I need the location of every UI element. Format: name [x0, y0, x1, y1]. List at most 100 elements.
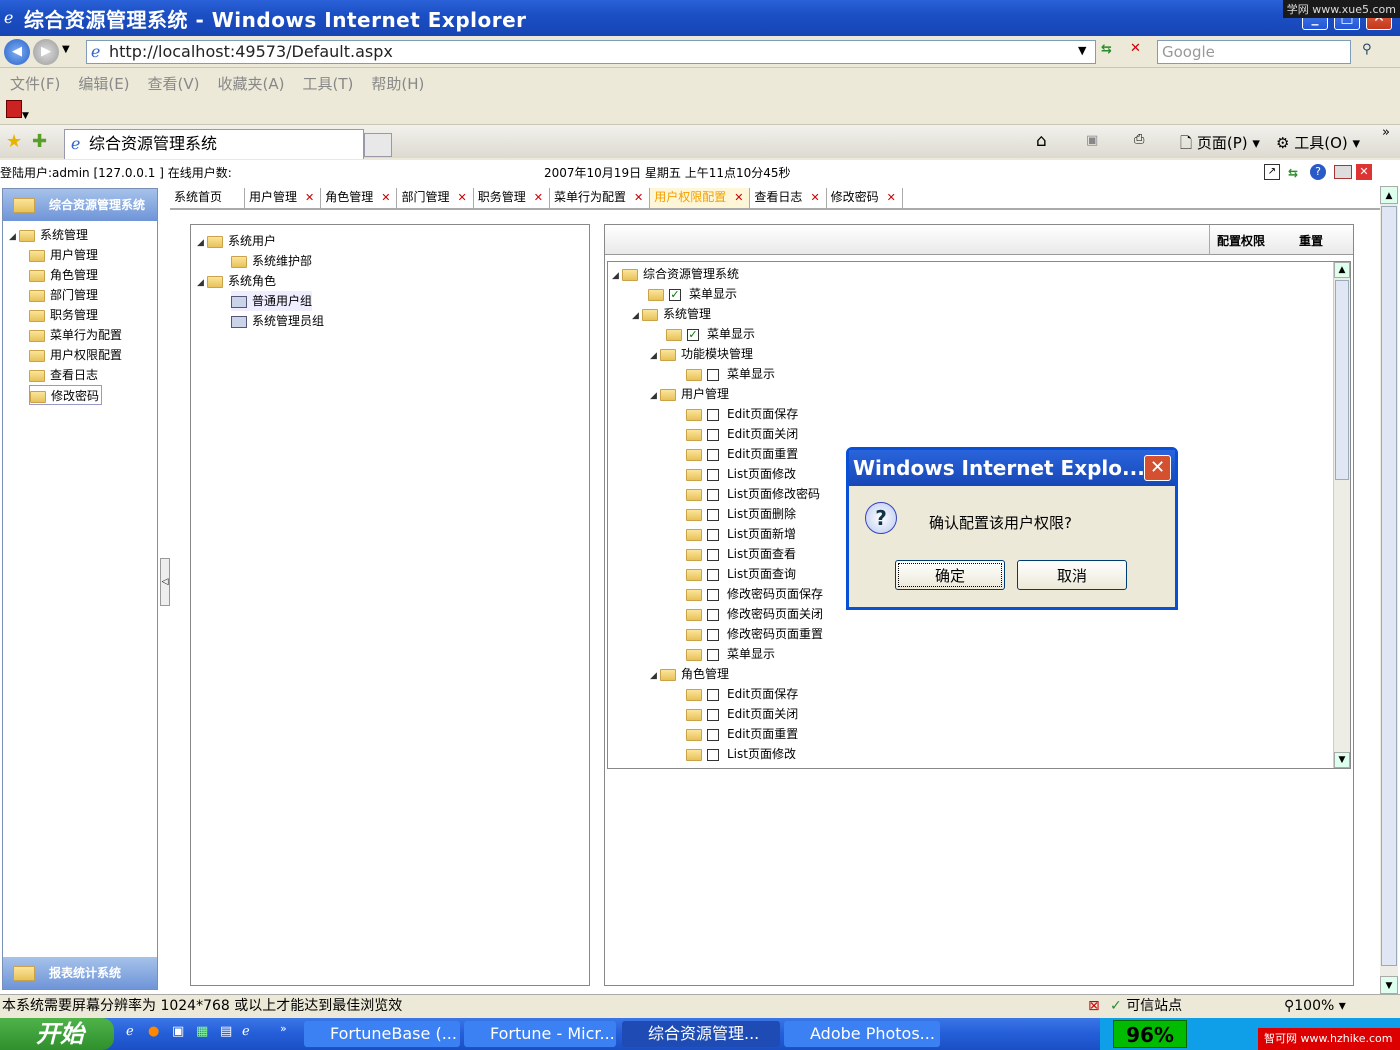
permission-checkbox[interactable]	[707, 368, 719, 381]
browser-tab[interactable]: ℯ 综合资源管理系统	[64, 129, 364, 159]
permission-checkbox[interactable]: ✓	[687, 328, 699, 341]
pdf-addon-icon[interactable]: ▼	[6, 100, 36, 121]
firefox-quicklaunch-icon[interactable]: ●	[148, 1024, 159, 1039]
perm-item[interactable]: ✓ 菜单显示	[648, 284, 737, 304]
task-photoshop[interactable]: Adobe Photos...	[784, 1021, 940, 1047]
menu-favorites[interactable]: 收藏夹(A)	[218, 73, 285, 94]
perm-group[interactable]: ◢ 用户管理	[650, 384, 729, 404]
perm-group[interactable]: ◢ 角色管理	[650, 664, 729, 684]
tree-node-system-users[interactable]: ◢ 系统用户	[197, 231, 276, 251]
close-tab-icon[interactable]: ✕	[734, 191, 743, 204]
perm-item[interactable]: List页面新增	[686, 524, 796, 544]
page-tab[interactable]: 修改密码 ✕	[827, 188, 903, 208]
perm-item[interactable]: 修改密码页面关闭	[686, 604, 823, 624]
permission-checkbox[interactable]	[707, 748, 719, 761]
permission-checkbox[interactable]	[707, 688, 719, 701]
close-tab-icon[interactable]: ✕	[534, 191, 543, 204]
perm-item[interactable]: ✓ 菜单显示	[666, 324, 755, 344]
tools-menu[interactable]: ⚙ 工具(O) ▾	[1276, 132, 1360, 153]
tree-node-maintenance-dept[interactable]: 系统维护部	[231, 251, 312, 271]
forward-button[interactable]: ▶	[33, 39, 59, 65]
menu-view[interactable]: 查看(V)	[148, 73, 200, 94]
close-tab-icon[interactable]: ✕	[305, 191, 314, 204]
tree-scrollbar[interactable]: ▲ ▼	[1333, 262, 1350, 768]
page-tab[interactable]: 部门管理 ✕	[397, 188, 474, 208]
perm-item[interactable]: Edit页面重置	[686, 444, 798, 464]
nav-item[interactable]: 用户管理	[29, 245, 98, 265]
ie2-quicklaunch-icon[interactable]: ℯ	[242, 1024, 250, 1039]
dialog-close-button[interactable]: ✕	[1144, 455, 1171, 481]
stop-icon[interactable]: ✕	[1130, 41, 1141, 56]
nav-item[interactable]: 职务管理	[29, 305, 98, 325]
permission-checkbox[interactable]	[707, 648, 719, 661]
nav-item[interactable]: 查看日志	[29, 365, 98, 385]
start-button[interactable]: 开始	[0, 1018, 114, 1050]
page-tab[interactable]: 职务管理 ✕	[474, 188, 550, 208]
perm-item[interactable]: 菜单显示	[686, 364, 775, 384]
refresh-icon[interactable]: ⇆	[1101, 42, 1112, 57]
perm-item[interactable]: Edit页面保存	[686, 404, 798, 424]
page-tab[interactable]: 系统首页	[170, 188, 246, 208]
permission-checkbox[interactable]	[707, 588, 719, 601]
perm-group[interactable]: ◢ 系统管理	[632, 304, 711, 324]
permission-checkbox[interactable]	[707, 708, 719, 721]
close-tab-icon[interactable]: ✕	[887, 191, 896, 204]
page-menu[interactable]: 🗋 页面(P) ▾	[1180, 132, 1260, 158]
permission-checkbox[interactable]	[707, 448, 719, 461]
config-permission-button[interactable]: 配置权限	[1217, 230, 1265, 250]
page-scrollbar[interactable]: ▲ ▼	[1380, 186, 1398, 994]
nav-header-system[interactable]: 综合资源管理系统	[3, 189, 157, 221]
back-button[interactable]: ◀	[4, 39, 30, 65]
user-card-icon[interactable]	[1334, 165, 1352, 179]
task-ie-active[interactable]: 综合资源管理...	[622, 1021, 780, 1047]
perm-item[interactable]: List页面修改	[686, 744, 796, 764]
menu-tools[interactable]: 工具(T)	[302, 73, 353, 94]
permission-checkbox[interactable]	[707, 488, 719, 501]
perm-item[interactable]: List页面查询	[686, 564, 796, 584]
page-tab[interactable]: 查看日志 ✕	[750, 188, 827, 208]
help-icon[interactable]: ?	[1310, 164, 1326, 180]
app-quicklaunch-icon[interactable]: ▦	[196, 1024, 208, 1039]
nav-item[interactable]: 菜单行为配置	[29, 325, 122, 345]
tree-node-system-roles[interactable]: ◢ 系统角色	[197, 271, 276, 291]
permission-checkbox[interactable]: ✓	[669, 288, 681, 301]
page-tab[interactable]: 用户权限配置 ✕	[650, 188, 751, 208]
close-tab-icon[interactable]: ✕	[381, 191, 390, 204]
nav-item[interactable]: 角色管理	[29, 265, 98, 285]
scroll-thumb[interactable]	[1335, 280, 1349, 480]
permission-checkbox[interactable]	[707, 548, 719, 561]
favorites-star-icon[interactable]: ★	[6, 131, 22, 152]
perm-item[interactable]: Edit页面关闭	[686, 704, 798, 724]
fullscreen-icon[interactable]: ↗	[1264, 164, 1280, 180]
logout-icon[interactable]: ✕	[1356, 164, 1372, 180]
address-input[interactable]: ℯ http://localhost:49573/Default.aspx	[86, 40, 1096, 64]
menu-help[interactable]: 帮助(H)	[371, 73, 424, 94]
task-fortune[interactable]: Fortune - Micr...	[464, 1021, 616, 1047]
cancel-button[interactable]: 取消	[1017, 560, 1127, 590]
nav-header-reports[interactable]: 报表统计系统	[3, 957, 157, 989]
search-input[interactable]: Google	[1157, 40, 1351, 64]
close-tab-icon[interactable]: ✕	[458, 191, 467, 204]
address-dropdown-icon[interactable]: ▼	[1078, 44, 1086, 57]
home-icon[interactable]: ⌂	[1036, 131, 1047, 151]
print-icon[interactable]: ⎙	[1134, 132, 1144, 147]
menu-edit[interactable]: 编辑(E)	[78, 73, 129, 94]
close-tab-icon[interactable]: ✕	[810, 191, 819, 204]
collapse-panel-handle[interactable]: ◁	[160, 558, 170, 606]
add-favorite-icon[interactable]: ✚	[32, 131, 47, 152]
scroll-up-icon[interactable]: ▲	[1334, 262, 1350, 278]
perm-item[interactable]: List页面删除	[686, 504, 796, 524]
permission-checkbox[interactable]	[707, 468, 719, 481]
page-scroll-up-icon[interactable]: ▲	[1380, 186, 1398, 204]
refresh-page-icon[interactable]: ⇆	[1288, 160, 1298, 186]
zoom-control[interactable]: ⚲100% ▾	[1284, 995, 1346, 1017]
permission-checkbox[interactable]	[707, 528, 719, 541]
page-scroll-thumb[interactable]	[1381, 206, 1397, 966]
perm-item[interactable]: Edit页面关闭	[686, 424, 798, 444]
menu-file[interactable]: 文件(F)	[10, 73, 60, 94]
history-dropdown-icon[interactable]: ▼	[62, 44, 70, 55]
page-tab[interactable]: 用户管理 ✕	[245, 188, 322, 208]
permission-checkbox[interactable]	[707, 608, 719, 621]
desktop-quicklaunch-icon[interactable]: ▣	[172, 1024, 184, 1039]
scroll-down-icon[interactable]: ▼	[1334, 752, 1350, 768]
